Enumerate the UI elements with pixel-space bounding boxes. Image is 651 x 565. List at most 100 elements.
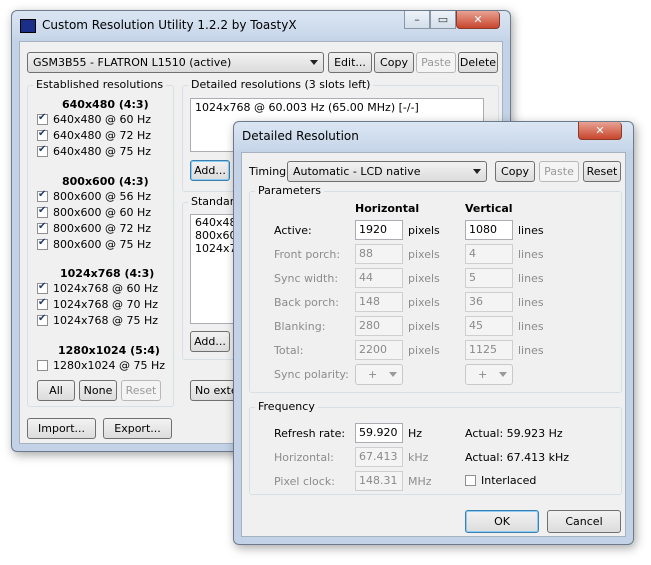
total-horizontal-input[interactable]: 2200 [355, 340, 403, 360]
detailed-resolutions-label: Detailed resolutions (3 slots left) [188, 78, 374, 91]
parameters-label: Parameters [255, 184, 324, 197]
checkbox-1280-75[interactable] [37, 360, 48, 371]
active-horizontal-unit: pixels [408, 224, 440, 237]
maximize-button[interactable]: ▭ [430, 11, 456, 29]
sync-width-vertical-unit: lines [518, 272, 544, 285]
sync-width-vertical-input[interactable]: 5 [465, 268, 513, 288]
label-1024-60: 1024x768 @ 60 Hz [53, 282, 159, 295]
interlaced-checkbox[interactable] [465, 475, 476, 486]
checkbox-640-60[interactable] [37, 112, 48, 125]
back-porch-horizontal-input[interactable]: 148 [355, 292, 403, 312]
checkbox-1024-60[interactable] [37, 281, 48, 294]
checkbox-800-75[interactable] [37, 237, 48, 250]
blanking-vertical-input[interactable]: 45 [465, 316, 513, 336]
front-porch-horizontal-input[interactable]: 88 [355, 244, 403, 264]
chevron-down-icon [499, 372, 507, 377]
sync-width-horizontal-unit: pixels [408, 272, 440, 285]
dialog-reset-button[interactable]: Reset [583, 161, 621, 182]
sync-polarity-vertical-value: + [478, 368, 488, 381]
front-porch-vertical-unit: lines [518, 248, 544, 261]
monitor-select[interactable]: GSM3B55 - FLATRON L1510 (active) [27, 52, 324, 73]
label-640-75: 640x480 @ 75 Hz [53, 145, 152, 158]
back-porch-label: Back porch: [274, 296, 339, 309]
list-item[interactable]: 1024x768 @ 60.003 Hz (65.00 MHz) [-/-] [191, 99, 483, 116]
total-vertical-input[interactable]: 1125 [465, 340, 513, 360]
pixel-clock-label: Pixel clock: [274, 475, 335, 488]
detailed-resolution-dialog: Detailed Resolution ✕ Timing: Automatic … [233, 121, 634, 545]
total-label: Total: [274, 344, 304, 357]
horizontal-freq-actual: Actual: 67.413 kHz [465, 451, 570, 464]
parameters-group [249, 191, 622, 393]
label-640-60: 640x480 @ 60 Hz [53, 113, 152, 126]
timing-label: Timing: [249, 165, 290, 178]
blanking-vertical-unit: lines [518, 320, 544, 333]
minimize-button[interactable]: – [404, 11, 430, 29]
add-detailed-button[interactable]: Add... [190, 160, 230, 181]
import-button[interactable]: Import... [27, 418, 96, 439]
edit-button[interactable]: Edit... [328, 52, 372, 73]
checkbox-800-72[interactable] [37, 221, 48, 234]
sync-width-horizontal-input[interactable]: 44 [355, 268, 403, 288]
timing-select-value: Automatic - LCD native [293, 165, 421, 178]
chevron-down-icon [389, 372, 397, 377]
established-resolutions-label: Established resolutions [33, 78, 167, 91]
refresh-rate-input[interactable]: 59.920 [355, 423, 403, 443]
timing-select[interactable]: Automatic - LCD native [287, 161, 487, 182]
active-vertical-input[interactable]: 1080 [465, 220, 513, 240]
front-porch-label: Front porch: [274, 248, 341, 261]
back-porch-horizontal-unit: pixels [408, 296, 440, 309]
checkbox-1024-70[interactable] [37, 297, 48, 310]
front-porch-vertical-input[interactable]: 4 [465, 244, 513, 264]
chevron-down-icon [310, 60, 318, 65]
sync-polarity-horizontal-select[interactable]: + [355, 364, 403, 385]
group-heading-800: 800x600 (4:3) [62, 175, 149, 188]
total-vertical-unit: lines [518, 344, 544, 357]
blanking-horizontal-unit: pixels [408, 320, 440, 333]
blanking-horizontal-input[interactable]: 280 [355, 316, 403, 336]
horizontal-header: Horizontal [355, 202, 420, 215]
label-800-60: 800x600 @ 60 Hz [53, 206, 152, 219]
pixel-clock-input[interactable]: 148.31 [355, 471, 403, 491]
reset-button[interactable]: Reset [121, 380, 161, 401]
paste-button[interactable]: Paste [416, 52, 456, 73]
sync-polarity-horizontal-value: + [368, 368, 378, 381]
label-1024-75: 1024x768 @ 75 Hz [53, 314, 159, 327]
total-horizontal-unit: pixels [408, 344, 440, 357]
checkbox-800-56[interactable] [37, 189, 48, 202]
main-window-title: Custom Resolution Utility 1.2.2 by Toast… [42, 18, 297, 32]
dialog-paste-button[interactable]: Paste [539, 161, 579, 182]
horizontal-freq-label: Horizontal: [274, 451, 334, 464]
ok-button[interactable]: OK [465, 510, 539, 533]
cancel-button[interactable]: Cancel [547, 510, 621, 533]
checkbox-640-72[interactable] [37, 128, 48, 141]
close-button[interactable]: ✕ [456, 11, 500, 29]
app-icon [20, 19, 36, 33]
interlaced-label: Interlaced [481, 474, 537, 487]
refresh-rate-actual: Actual: 59.923 Hz [465, 427, 563, 440]
group-heading-1280: 1280x1024 (5:4) [58, 344, 160, 357]
checkbox-1024-75[interactable] [37, 313, 48, 326]
none-button[interactable]: None [79, 380, 117, 401]
all-button[interactable]: All [37, 380, 75, 401]
dialog-close-button[interactable]: ✕ [578, 122, 622, 140]
label-800-56: 800x600 @ 56 Hz [53, 190, 152, 203]
delete-button[interactable]: Delete [458, 52, 498, 73]
frequency-label: Frequency [255, 400, 318, 413]
horizontal-freq-unit: kHz [408, 451, 429, 464]
pixel-clock-unit: MHz [408, 475, 432, 488]
export-button[interactable]: Export... [103, 418, 172, 439]
label-1280-75: 1280x1024 @ 75 Hz [53, 359, 166, 372]
add-standard-button[interactable]: Add... [190, 331, 230, 352]
refresh-rate-label: Refresh rate: [274, 427, 346, 440]
copy-button[interactable]: Copy [374, 52, 414, 73]
sync-polarity-label: Sync polarity: [274, 368, 349, 381]
label-800-75: 800x600 @ 75 Hz [53, 238, 152, 251]
back-porch-vertical-input[interactable]: 36 [465, 292, 513, 312]
checkbox-640-75[interactable] [37, 144, 48, 157]
horizontal-freq-input[interactable]: 67.413 [355, 447, 403, 467]
checkbox-800-60[interactable] [37, 205, 48, 218]
active-horizontal-input[interactable]: 1920 [355, 220, 403, 240]
group-heading-640: 640x480 (4:3) [62, 98, 149, 111]
dialog-copy-button[interactable]: Copy [495, 161, 535, 182]
sync-polarity-vertical-select[interactable]: + [465, 364, 513, 385]
